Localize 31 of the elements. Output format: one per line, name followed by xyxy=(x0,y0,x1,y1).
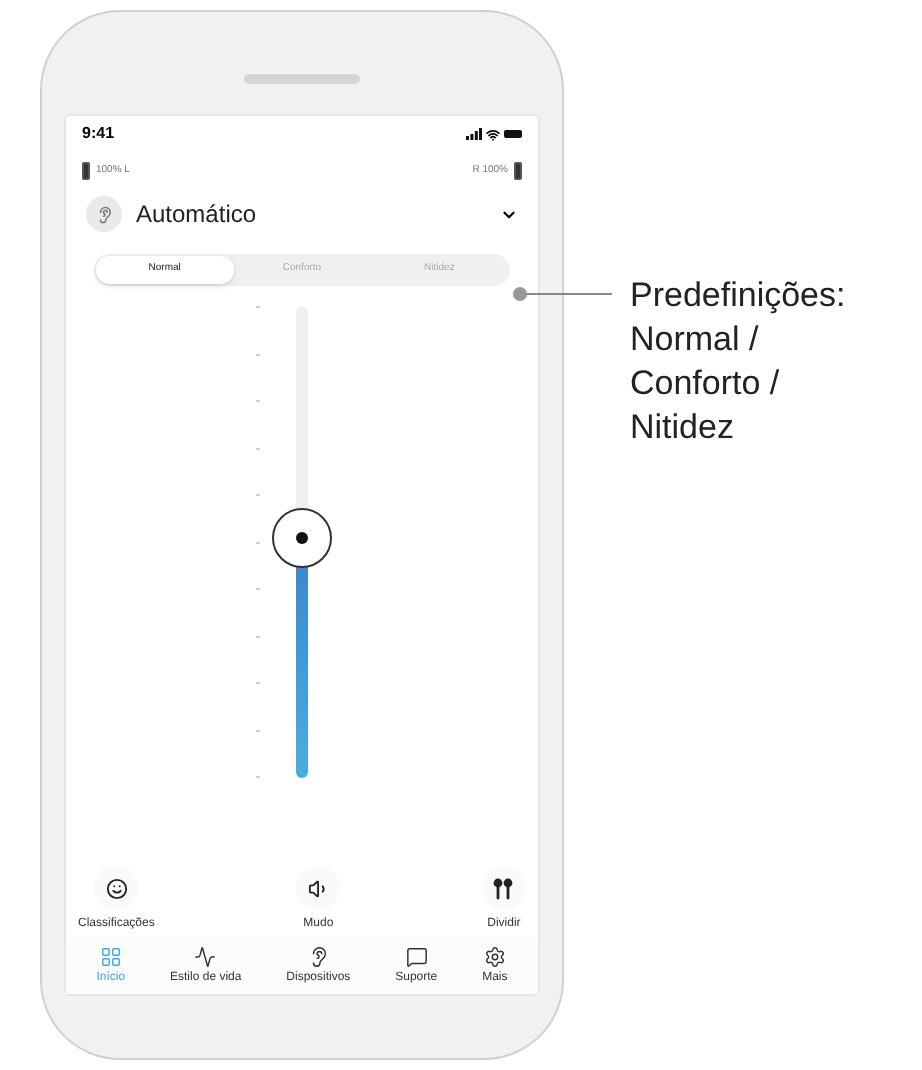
grid-icon xyxy=(99,946,122,968)
ear-icon xyxy=(307,946,330,968)
right-battery-icon xyxy=(514,162,522,180)
slider-track[interactable] xyxy=(272,306,332,778)
tick-mark xyxy=(256,306,260,308)
callout-text: Predefinições: Normal / Conforto / Nitidez xyxy=(630,274,846,450)
left-battery-icon xyxy=(82,162,90,180)
tick-mark xyxy=(256,776,260,778)
signal-icon xyxy=(466,128,482,140)
battery-icon xyxy=(504,130,522,138)
smiley-icon xyxy=(105,877,128,899)
slider-thumb[interactable] xyxy=(272,507,332,568)
tick-mark xyxy=(256,494,260,496)
chat-bubble-icon xyxy=(405,946,428,968)
program-icon xyxy=(86,196,122,232)
split-icon xyxy=(492,877,515,899)
action-button[interactable] xyxy=(94,866,139,910)
program-selector[interactable]: Automático xyxy=(66,188,538,240)
speaker-slot xyxy=(244,74,360,84)
settings-icon xyxy=(483,946,506,968)
tick-mark xyxy=(256,400,260,402)
tick-mark xyxy=(256,588,260,590)
program-name: Automático xyxy=(136,198,257,232)
status-time: 9:41 xyxy=(82,122,115,146)
pulse-icon xyxy=(194,946,217,968)
tick-mark xyxy=(256,682,260,684)
speaker-icon xyxy=(307,877,330,899)
leader-line xyxy=(512,286,612,302)
action-button[interactable] xyxy=(296,866,341,910)
wifi-icon xyxy=(486,127,500,141)
action-button[interactable] xyxy=(481,866,526,910)
